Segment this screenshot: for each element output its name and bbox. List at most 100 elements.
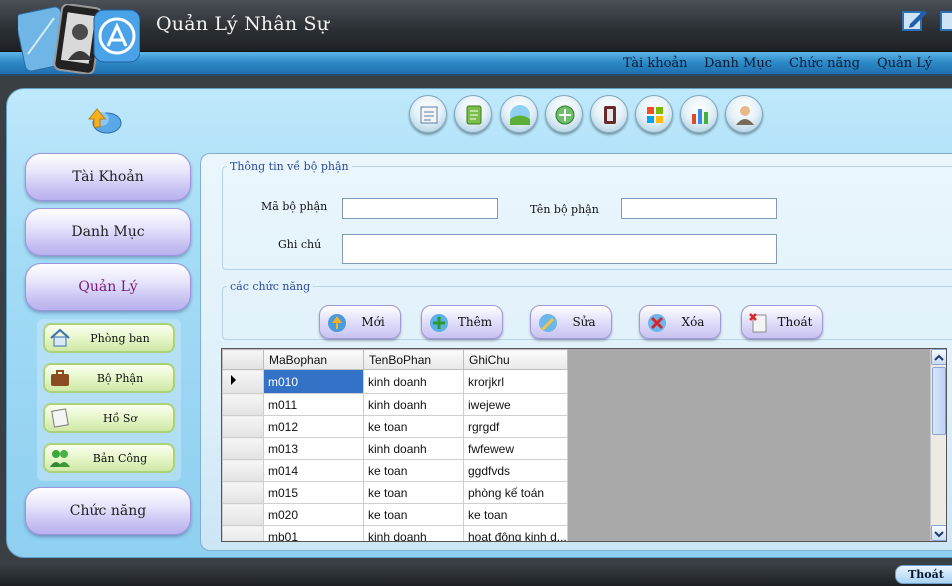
submenu-ban-cong[interactable]: Bản Công xyxy=(43,443,175,473)
table-row[interactable]: m014ke toanggdfvds xyxy=(223,460,568,482)
refresh-icon[interactable] xyxy=(87,105,123,135)
scroll-down-icon[interactable] xyxy=(931,525,947,541)
delete-icon xyxy=(646,312,668,334)
table-cell[interactable]: m013 xyxy=(264,438,364,460)
user-icon[interactable] xyxy=(725,95,763,133)
table-cell[interactable]: m010 xyxy=(264,370,364,394)
menu-bar: Tài khoản Danh Mục Chức năng Quản Lý xyxy=(0,52,952,76)
nav-quan-ly[interactable]: Quản Lý xyxy=(25,263,191,311)
title-bar: Quản Lý Nhân Sự xyxy=(0,0,952,52)
menu-chuc-nang[interactable]: Chức năng xyxy=(789,56,860,71)
windows-icon[interactable] xyxy=(635,95,673,133)
submenu-bo-phan[interactable]: Bộ Phận xyxy=(43,363,175,393)
grid-table: MaBophan TenBoPhan GhiChu m010kinh doanh… xyxy=(222,349,568,542)
grid-header-row: MaBophan TenBoPhan GhiChu xyxy=(223,350,568,370)
add-button[interactable]: Thêm xyxy=(421,305,503,339)
table-row[interactable]: m020ke toanke toan xyxy=(223,504,568,526)
app-logo xyxy=(18,4,140,74)
edit-icon[interactable] xyxy=(902,8,928,32)
status-bar: Thoát xyxy=(0,562,952,586)
vertical-scrollbar[interactable] xyxy=(930,349,946,541)
ghi-chu-input[interactable] xyxy=(342,234,777,264)
menu-danh-muc[interactable]: Danh Mục xyxy=(704,56,772,71)
nav-tai-khoan[interactable]: Tài Khoản xyxy=(25,153,191,201)
table-cell[interactable]: fwfewew xyxy=(464,438,568,460)
grid-body: m010kinh doanhkrorjkrlm011kinh doanhiwej… xyxy=(223,370,568,543)
table-cell[interactable]: ke toan xyxy=(464,504,568,526)
nav-danh-muc[interactable]: Danh Mục xyxy=(25,208,191,256)
table-cell[interactable]: kinh doanh xyxy=(364,526,464,543)
row-header-corner xyxy=(223,350,264,370)
column-header-tenbophan[interactable]: TenBoPhan xyxy=(364,350,464,370)
row-header[interactable] xyxy=(223,526,264,543)
table-cell[interactable]: krorjkrl xyxy=(464,370,568,394)
submenu: Phòng ban Bộ Phận Hồ Sơ Bản Công xyxy=(37,319,181,481)
table-cell[interactable]: ke toan xyxy=(364,482,464,504)
ten-bo-phan-input[interactable] xyxy=(621,198,777,219)
table-cell[interactable]: kinh doanh xyxy=(364,394,464,416)
exit-icon xyxy=(748,312,770,334)
chart-icon[interactable] xyxy=(680,95,718,133)
table-cell[interactable]: hoạt động kinh d... xyxy=(464,526,568,543)
row-header[interactable] xyxy=(223,370,264,394)
table-row[interactable]: m010kinh doanhkrorjkrl xyxy=(223,370,568,394)
globe-plus-icon[interactable] xyxy=(545,95,583,133)
table-cell[interactable]: phòng kế toán xyxy=(464,482,568,504)
table-cell[interactable]: m020 xyxy=(264,504,364,526)
table-cell[interactable]: mb01 xyxy=(264,526,364,543)
table-cell[interactable]: kinh doanh xyxy=(364,438,464,460)
new-button[interactable]: Mới xyxy=(319,305,401,339)
table-row[interactable]: mb01kinh doanhhoạt động kinh d... xyxy=(223,526,568,543)
table-row[interactable]: m015ke toanphòng kế toán xyxy=(223,482,568,504)
scroll-thumb[interactable] xyxy=(932,367,946,435)
table-cell[interactable]: rgrgdf xyxy=(464,416,568,438)
house-icon xyxy=(49,328,71,348)
table-cell[interactable]: ggdfvds xyxy=(464,460,568,482)
notepad-icon[interactable] xyxy=(454,95,492,133)
scroll-up-icon[interactable] xyxy=(931,349,947,365)
exit-button[interactable]: Thoát xyxy=(895,565,952,584)
main-area: Tài Khoản Danh Mục Quản Lý Phòng ban Bộ … xyxy=(6,88,952,558)
row-header[interactable] xyxy=(223,504,264,526)
menu-tai-khoan[interactable]: Tài khoản xyxy=(623,56,688,71)
contacts-icon[interactable] xyxy=(590,95,628,133)
table-cell[interactable]: iwejewe xyxy=(464,394,568,416)
people-icon xyxy=(49,448,71,468)
app-title: Quản Lý Nhân Sự xyxy=(156,13,329,35)
row-header[interactable] xyxy=(223,394,264,416)
book-icon[interactable] xyxy=(409,95,447,133)
table-cell[interactable]: ke toan xyxy=(364,460,464,482)
table-cell[interactable]: m011 xyxy=(264,394,364,416)
row-header[interactable] xyxy=(223,482,264,504)
row-header[interactable] xyxy=(223,416,264,438)
edit-button[interactable]: Sửa xyxy=(530,305,612,339)
current-row-icon xyxy=(223,370,263,390)
row-header[interactable] xyxy=(223,438,264,460)
window-icon[interactable] xyxy=(940,8,952,32)
column-header-ghichu[interactable]: GhiChu xyxy=(464,350,568,370)
nav-chuc-nang[interactable]: Chức năng xyxy=(25,487,191,535)
row-header[interactable] xyxy=(223,460,264,482)
column-header-mabophan[interactable]: MaBophan xyxy=(264,350,364,370)
menu-quan-ly[interactable]: Quản Lý xyxy=(877,56,932,71)
table-cell[interactable]: m014 xyxy=(264,460,364,482)
ma-bo-phan-input[interactable] xyxy=(342,198,498,219)
table-row[interactable]: m011kinh doanhiwejewe xyxy=(223,394,568,416)
table-cell[interactable]: ke toan xyxy=(364,504,464,526)
table-cell[interactable]: m015 xyxy=(264,482,364,504)
table-row[interactable]: m012ke toanrgrgdf xyxy=(223,416,568,438)
table-cell[interactable]: m012 xyxy=(264,416,364,438)
ten-label: Tên bộ phận xyxy=(530,203,599,216)
submenu-ho-so[interactable]: Hồ Sơ xyxy=(43,403,175,433)
table-cell[interactable]: kinh doanh xyxy=(364,370,464,394)
document-icon xyxy=(49,408,71,428)
table-cell[interactable]: ke toan xyxy=(364,416,464,438)
ma-label: Mã bộ phận xyxy=(261,200,327,213)
landscape-icon[interactable] xyxy=(500,95,538,133)
data-grid[interactable]: MaBophan TenBoPhan GhiChu m010kinh doanh… xyxy=(221,348,947,542)
table-row[interactable]: m013kinh doanhfwfewew xyxy=(223,438,568,460)
ghichu-label: Ghi chú xyxy=(278,238,321,251)
exit-form-button[interactable]: Thoát xyxy=(741,305,823,339)
delete-button[interactable]: Xóa xyxy=(639,305,721,339)
submenu-phong-ban[interactable]: Phòng ban xyxy=(43,323,175,353)
